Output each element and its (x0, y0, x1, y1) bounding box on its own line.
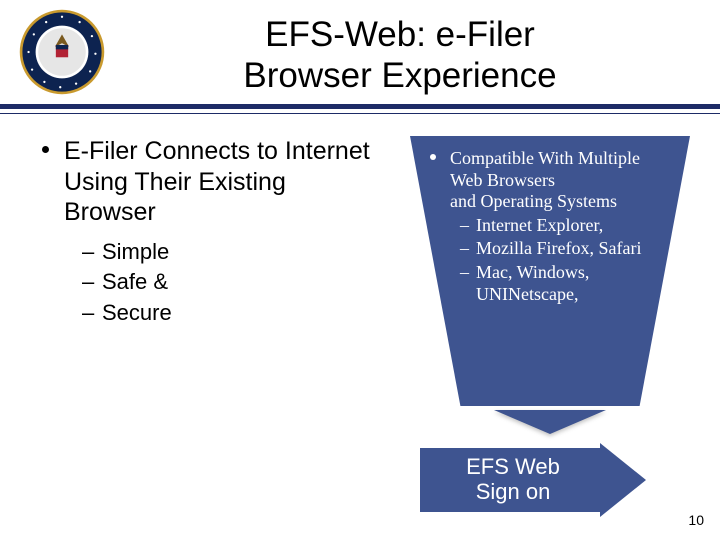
page-title: EFS-Web: e-Filer Browser Experience (120, 14, 680, 97)
title-rule-thick (0, 104, 720, 109)
body-columns: E-Filer Connects to Internet Using Their… (38, 136, 698, 327)
left-subbullet-text: Simple (102, 239, 169, 264)
bullet-dot-icon (430, 154, 436, 160)
callout-item: – Internet Explorer, (424, 215, 676, 237)
left-subbullet: – Safe & (38, 268, 378, 297)
callout-item-text: Internet Explorer, (476, 215, 603, 235)
left-bullet-main-text: E-Filer Connects to Internet Using Their… (64, 137, 370, 226)
dash-icon: – (460, 215, 469, 237)
callout-item: – Mozilla Firefox, Safari (424, 238, 676, 260)
callout-item-text: Mac, Windows, UNINetscape, (476, 262, 589, 304)
dash-icon: – (82, 299, 94, 328)
uspto-seal-icon (18, 8, 106, 96)
title-rule-thin (0, 113, 720, 114)
left-subbullet-text: Secure (102, 300, 172, 325)
callout-item: – Mac, Windows, UNINetscape, (424, 262, 676, 305)
page-number: 10 (688, 512, 704, 528)
callout-lead-line: and Operating Systems (450, 191, 617, 211)
signon-arrow-body: EFS Web Sign on (420, 448, 600, 512)
compat-callout: Compatible With Multiple Web Browsers an… (410, 136, 690, 406)
left-bullet-main: E-Filer Connects to Internet Using Their… (38, 136, 378, 228)
callout-lead-line: Web Browsers (450, 170, 555, 190)
left-subbullet: – Secure (38, 299, 378, 328)
bullet-dot-icon (42, 146, 49, 153)
title-line-1: EFS-Web: e-Filer (120, 14, 680, 55)
signon-label: EFS Web Sign on (448, 455, 578, 504)
dash-icon: – (82, 238, 94, 267)
left-subbullet: – Simple (38, 238, 378, 267)
compat-callout-content: Compatible With Multiple Web Browsers an… (424, 148, 676, 305)
left-column: E-Filer Connects to Internet Using Their… (38, 136, 378, 327)
left-subbullet-text: Safe & (102, 269, 168, 294)
dash-icon: – (460, 238, 469, 260)
dash-icon: – (460, 262, 469, 284)
dash-icon: – (82, 268, 94, 297)
down-arrow-head-icon (494, 410, 606, 434)
callout-lead: Compatible With Multiple Web Browsers an… (424, 148, 676, 213)
callout-item-text: Mozilla Firefox, Safari (476, 238, 641, 258)
callout-lead-line: Compatible With Multiple (450, 148, 640, 168)
right-column: Compatible With Multiple Web Browsers an… (398, 136, 698, 327)
slide: EFS-Web: e-Filer Browser Experience E-Fi… (0, 0, 720, 540)
title-line-2: Browser Experience (120, 55, 680, 96)
right-arrow-head-icon (600, 443, 646, 517)
signon-arrow: EFS Web Sign on (420, 448, 670, 512)
